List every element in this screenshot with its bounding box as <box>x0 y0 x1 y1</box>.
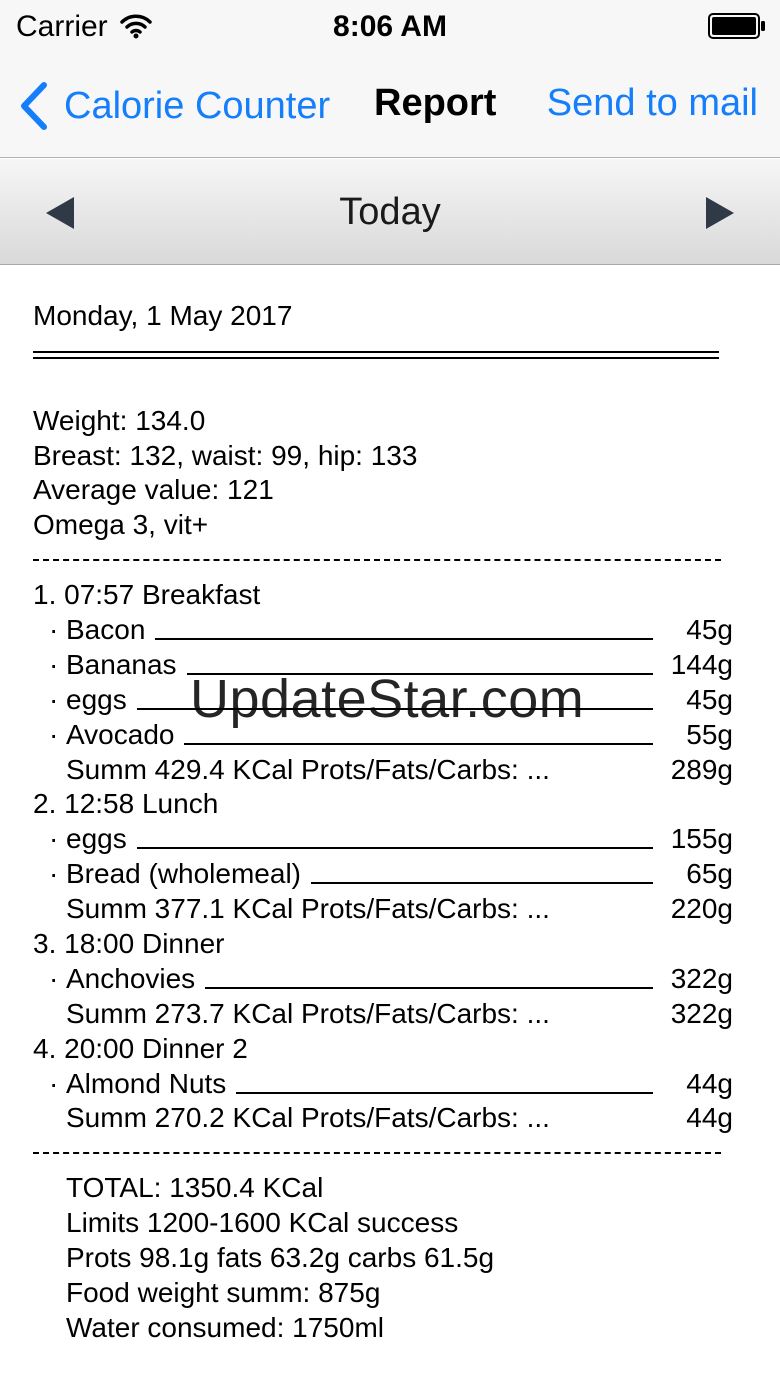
dashed-separator <box>33 1136 733 1171</box>
meal-summary: Summ 429.4 KCal Prots/Fats/Carbs: ... 289… <box>66 753 733 785</box>
report-date: Monday, 1 May 2017 <box>33 300 293 331</box>
measurement-line: Weight: 134.0 <box>33 404 206 436</box>
clock: 8:06 AM <box>333 10 447 43</box>
back-button[interactable]: Calorie Counter <box>16 78 330 134</box>
meal-summary: Summ 273.7 KCal Prots/Fats/Carbs: ... 322… <box>66 997 733 1029</box>
total-line: TOTAL: 1350.4 KCal <box>66 1172 324 1204</box>
food-item: · eggs 155g <box>49 823 733 855</box>
food-weight-line: Food weight summ: 875g <box>66 1276 381 1308</box>
watermark: UpdateStar.com <box>190 669 585 729</box>
report-text: Monday, 1 May 2017 Weight: 134.0 Breast:… <box>33 299 733 1346</box>
next-day-arrow-icon[interactable] <box>698 193 738 233</box>
date-label: Today <box>339 191 441 233</box>
macros-line: Prots 98.1g fats 63.2g carbs 61.5g <box>66 1242 495 1274</box>
meal-summary: Summ 270.2 KCal Prots/Fats/Carbs: ... 44g <box>66 1102 733 1134</box>
battery-icon <box>708 13 765 39</box>
water-line: Water consumed: 1750ml <box>66 1311 384 1343</box>
navigation-bar: Calorie Counter Report Send to mail <box>0 54 780 158</box>
limits-line: Limits 1200-1600 KCal success <box>66 1207 459 1239</box>
measurement-line: Omega 3, vit+ <box>33 509 209 541</box>
food-item: · Anchovies 322g <box>49 962 733 994</box>
meal-title: 4. 20:00 Dinner 2 <box>33 1032 248 1064</box>
back-chevron-icon <box>21 82 47 130</box>
page-title: Report <box>374 82 497 124</box>
status-bar: Carrier 8:06 AM <box>0 0 780 54</box>
meal-title: 2. 12:58 Lunch <box>33 788 219 820</box>
dashed-separator <box>33 543 733 578</box>
measurement-line: Breast: 132, waist: 99, hip: 133 <box>33 439 418 471</box>
send-to-mail-button[interactable]: Send to mail <box>547 82 758 125</box>
meal-title: 1. 07:57 Breakfast <box>33 579 261 611</box>
back-label: Calorie Counter <box>64 84 331 127</box>
double-separator <box>33 334 733 369</box>
measurement-line: Average value: 121 <box>33 474 274 506</box>
totals-block: TOTAL: 1350.4 KCal Limits 1200-1600 KCal… <box>33 1171 733 1345</box>
meal-summary: Summ 377.1 KCal Prots/Fats/Carbs: ... 220… <box>66 893 733 925</box>
food-item: · Bread (wholemeal) 65g <box>49 858 733 890</box>
food-item: · Almond Nuts 44g <box>49 1067 733 1099</box>
date-selector: Today <box>0 159 780 265</box>
meal-title: 3. 18:00 Dinner <box>33 928 225 960</box>
food-item: · Bacon 45g <box>49 614 733 646</box>
